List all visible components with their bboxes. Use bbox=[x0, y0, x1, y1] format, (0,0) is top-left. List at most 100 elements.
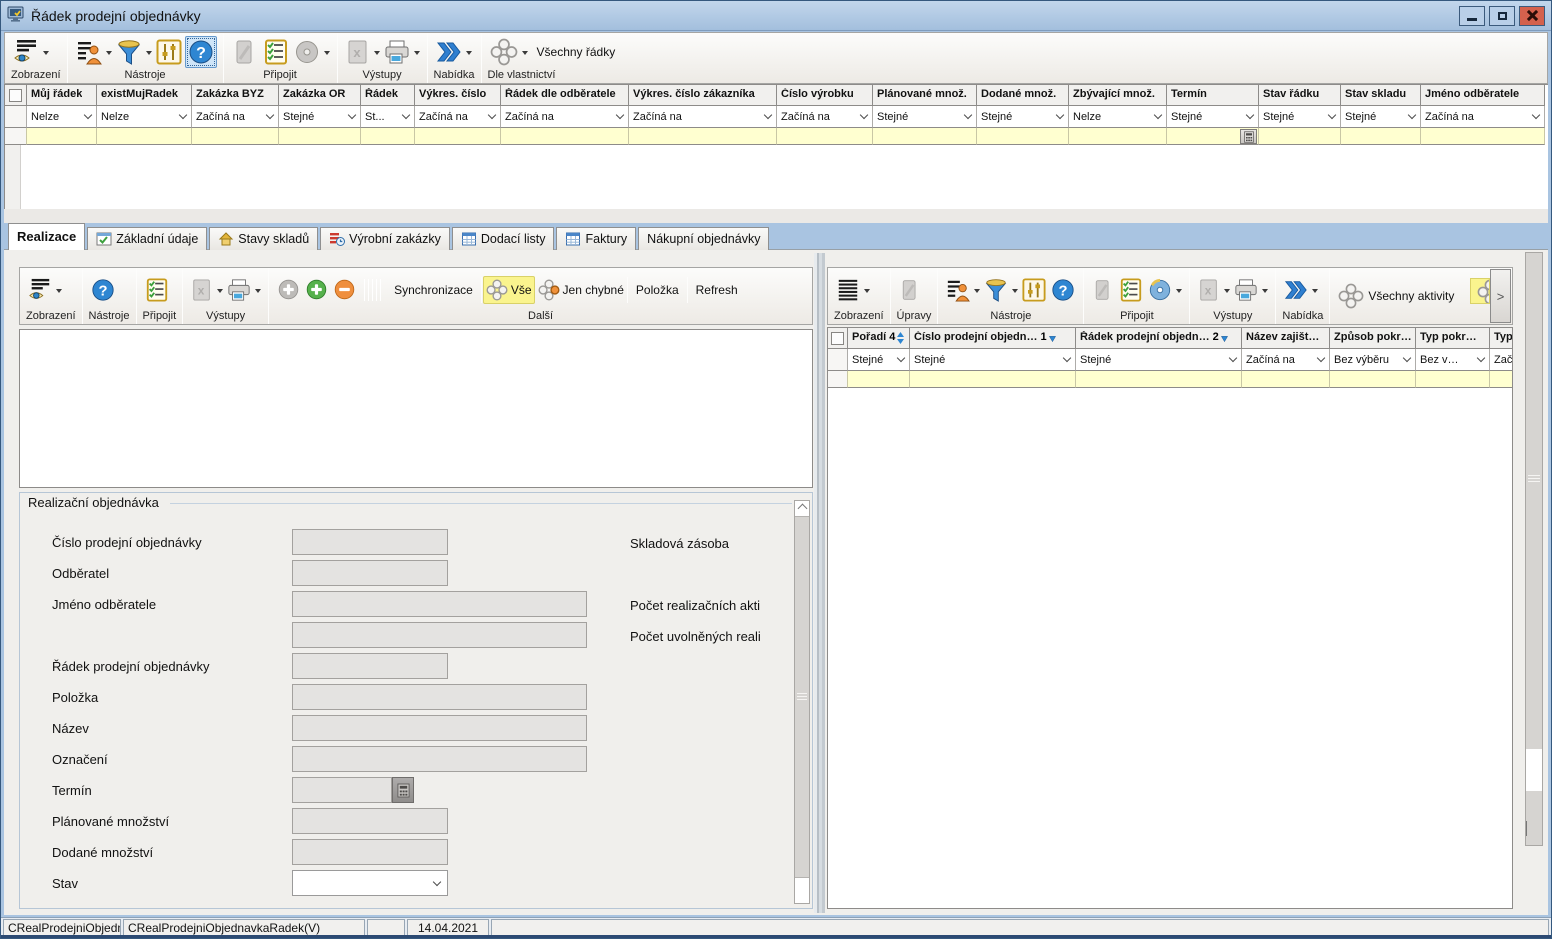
top-grid-filter-input[interactable] bbox=[1259, 128, 1341, 145]
close-button[interactable] bbox=[1519, 6, 1545, 26]
top-grid-column-header[interactable]: Řádek bbox=[361, 85, 415, 106]
filter-button[interactable] bbox=[114, 37, 144, 67]
top-grid-filter-input[interactable] bbox=[977, 128, 1069, 145]
export-button-disabled[interactable]: x bbox=[1196, 276, 1222, 304]
print-button[interactable] bbox=[225, 276, 253, 304]
menu-button[interactable] bbox=[1282, 276, 1310, 304]
activities-grid-filter-dropdown[interactable]: Bez v… bbox=[1416, 349, 1490, 371]
activities-grid-filter-input[interactable] bbox=[1242, 371, 1330, 388]
minimize-button[interactable] bbox=[1459, 6, 1485, 26]
planned-quantity-field[interactable] bbox=[292, 808, 448, 834]
synchronize-button[interactable]: Synchronizace bbox=[387, 283, 480, 297]
delivered-quantity-field[interactable] bbox=[292, 839, 448, 865]
top-grid-filter-dropdown[interactable]: St... bbox=[361, 106, 415, 128]
activities-grid-column-header[interactable]: Způsob pokr… bbox=[1330, 328, 1416, 349]
top-grid-filter-input[interactable] bbox=[27, 128, 97, 145]
print-button[interactable] bbox=[1232, 276, 1260, 304]
activities-grid-filter-dropdown[interactable]: Začíná na bbox=[1242, 349, 1330, 371]
top-grid-filter-dropdown[interactable]: Začíná na bbox=[501, 106, 629, 128]
dropdown-arrow-icon[interactable] bbox=[1012, 289, 1018, 296]
activities-grid-column-header[interactable]: Typ bbox=[1490, 328, 1513, 349]
groupbox-scrollbar[interactable] bbox=[794, 500, 810, 904]
checklist-button[interactable] bbox=[1117, 276, 1145, 304]
top-grid-column-header[interactable]: Jméno odběratele bbox=[1421, 85, 1545, 106]
top-grid-filter-dropdown[interactable]: Začíná na bbox=[192, 106, 279, 128]
top-grid-filter-input[interactable] bbox=[777, 128, 873, 145]
all-filter-button[interactable]: Vše bbox=[483, 276, 535, 304]
realization-list-empty[interactable] bbox=[19, 329, 813, 488]
top-grid-filter-input[interactable] bbox=[629, 128, 777, 145]
designation-field[interactable] bbox=[292, 746, 587, 772]
top-grid-column-header[interactable]: Stav řádku bbox=[1259, 85, 1341, 106]
top-grid-filter-dropdown[interactable]: Začíná na bbox=[629, 106, 777, 128]
top-grid-filter-dropdown[interactable]: Stejné bbox=[279, 106, 361, 128]
maximize-button[interactable] bbox=[1489, 6, 1515, 26]
top-grid-column-header[interactable]: Můj řádek bbox=[27, 85, 97, 106]
activities-grid-filter-dropdown[interactable]: Stejné bbox=[848, 349, 910, 371]
export-button-disabled[interactable]: x bbox=[344, 37, 372, 67]
top-grid-filter-dropdown[interactable]: Stejné bbox=[1341, 106, 1421, 128]
top-grid-corner[interactable] bbox=[5, 85, 27, 106]
attach-note-button-disabled[interactable] bbox=[1090, 276, 1116, 304]
scroll-down-button[interactable] bbox=[795, 877, 809, 903]
select-all-checkbox[interactable] bbox=[9, 89, 22, 102]
top-grid-filter-dropdown[interactable]: Začíná na bbox=[777, 106, 873, 128]
dropdown-arrow-icon[interactable] bbox=[1262, 289, 1268, 296]
tab-faktury[interactable]: Faktury bbox=[556, 227, 636, 250]
all-activities-button[interactable]: Všechny aktivity bbox=[1336, 281, 1456, 311]
tab-nakupni-objednavky[interactable]: Nákupní objednávky bbox=[638, 227, 769, 250]
top-grid-column-header[interactable]: Výkres. číslo zákazníka bbox=[629, 85, 777, 106]
top-grid-filter-input[interactable] bbox=[501, 128, 629, 145]
top-grid-filter-dropdown[interactable]: Začíná na bbox=[1421, 106, 1545, 128]
customer-name-field-2[interactable] bbox=[292, 622, 587, 648]
activities-grid-filter-dropdown[interactable]: Stejné bbox=[1076, 349, 1242, 371]
dropdown-arrow-icon[interactable] bbox=[1176, 289, 1182, 296]
customer-field[interactable] bbox=[292, 560, 448, 586]
dropdown-arrow-icon[interactable] bbox=[466, 51, 472, 58]
sales-order-line-field[interactable] bbox=[292, 653, 448, 679]
tab-zakladni-udaje[interactable]: Základní údaje bbox=[87, 227, 207, 250]
top-grid-column-header[interactable]: Číslo výrobku bbox=[777, 85, 873, 106]
page-scrollbar[interactable] bbox=[1525, 252, 1543, 846]
checklist-button[interactable] bbox=[261, 37, 291, 67]
dropdown-arrow-icon[interactable] bbox=[414, 51, 420, 58]
dropdown-arrow-icon[interactable] bbox=[106, 51, 112, 58]
deadline-field[interactable] bbox=[292, 777, 392, 803]
errors-only-button[interactable]: Jen chybné bbox=[536, 277, 626, 303]
top-grid-filter-dropdown[interactable]: Nelze bbox=[27, 106, 97, 128]
top-grid-filter-input[interactable] bbox=[1167, 128, 1259, 145]
sales-order-number-field[interactable] bbox=[292, 529, 448, 555]
edit-button-disabled[interactable] bbox=[897, 276, 923, 304]
dropdown-arrow-icon[interactable] bbox=[864, 289, 870, 296]
top-grid-filter-input[interactable] bbox=[415, 128, 501, 145]
add-button[interactable] bbox=[303, 276, 330, 303]
top-grid-filter-dropdown[interactable]: Stejné bbox=[977, 106, 1069, 128]
top-grid-filter-dropdown[interactable]: Nelze bbox=[1069, 106, 1167, 128]
name-field[interactable] bbox=[292, 715, 587, 741]
all-rows-label[interactable]: Všechny řádky bbox=[530, 45, 623, 59]
customer-name-field[interactable] bbox=[292, 591, 587, 617]
dropdown-arrow-icon[interactable] bbox=[43, 51, 49, 58]
menu-button[interactable] bbox=[434, 37, 464, 67]
user-filter-button[interactable] bbox=[944, 276, 972, 304]
top-grid-filter-input[interactable] bbox=[361, 128, 415, 145]
dropdown-arrow-icon[interactable] bbox=[522, 51, 528, 58]
top-grid-column-header[interactable]: Stav skladu bbox=[1341, 85, 1421, 106]
activities-grid-filter-input[interactable] bbox=[848, 371, 910, 388]
status-select[interactable] bbox=[292, 870, 448, 896]
activities-grid-filter-input[interactable] bbox=[910, 371, 1076, 388]
dropdown-arrow-icon[interactable] bbox=[217, 289, 223, 296]
help-button[interactable]: ? bbox=[1049, 276, 1077, 304]
top-grid-column-header[interactable]: Řádek dle odběratele bbox=[501, 85, 629, 106]
dropdown-arrow-icon[interactable] bbox=[374, 51, 380, 58]
top-grid-filter-dropdown[interactable]: Stejné bbox=[1259, 106, 1341, 128]
dropdown-arrow-icon[interactable] bbox=[324, 51, 330, 58]
settings-button[interactable] bbox=[154, 37, 184, 67]
activities-grid-column-header[interactable]: Řádek prodejní objedn…2 bbox=[1076, 328, 1242, 349]
top-grid-filter-dropdown[interactable]: Stejné bbox=[873, 106, 977, 128]
view-button[interactable] bbox=[26, 276, 54, 304]
activities-grid-filter-input[interactable] bbox=[1330, 371, 1416, 388]
disc-button-disabled[interactable] bbox=[292, 37, 322, 67]
scroll-up-button[interactable] bbox=[795, 501, 809, 517]
filter-button[interactable] bbox=[982, 276, 1010, 304]
